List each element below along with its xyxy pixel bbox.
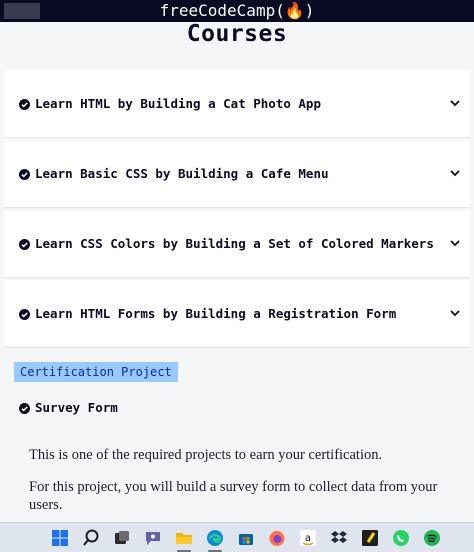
windows-start-icon[interactable] (50, 528, 70, 548)
check-circle-icon (19, 403, 30, 414)
course-row[interactable]: Learn HTML Forms by Building a Registrat… (4, 280, 470, 348)
store-icon[interactable] (236, 528, 256, 548)
top-nav-bar: freeCodeCamp(🔥) (0, 0, 474, 22)
certification-badge: Certification Project (14, 362, 178, 382)
page-title: Courses (186, 21, 288, 47)
edge-icon[interactable] (205, 528, 225, 548)
course-row[interactable]: Learn Basic CSS by Building a Cafe Menu (4, 140, 470, 208)
check-circle-icon (19, 99, 30, 110)
project-description: This is one of the required projects to … (29, 447, 383, 463)
course-row[interactable]: Learn CSS Colors by Building a Set of Co… (4, 210, 470, 278)
certification-project-section: Certification Project Survey Form This i… (4, 350, 470, 524)
course-title: Learn CSS Colors by Building a Set of Co… (35, 236, 434, 251)
check-circle-icon (19, 239, 30, 250)
course-title: Learn Basic CSS by Building a Cafe Menu (35, 166, 329, 181)
spotify-icon[interactable] (422, 528, 442, 548)
brand-logo[interactable]: freeCodeCamp(🔥) (0, 1, 474, 21)
teams-chat-icon[interactable] (143, 528, 163, 548)
project-description: For this project, you will build a surve… (29, 479, 438, 513)
firefox-icon[interactable] (267, 528, 287, 548)
chevron-down-icon[interactable] (450, 308, 460, 318)
amazon-icon[interactable]: a (298, 528, 318, 548)
check-circle-icon (19, 309, 30, 320)
chevron-down-icon[interactable] (450, 98, 460, 108)
course-title: Learn HTML Forms by Building a Registrat… (35, 306, 397, 321)
project-title[interactable]: Survey Form (35, 398, 118, 418)
chevron-down-icon[interactable] (450, 168, 460, 178)
course-title: Learn HTML by Building a Cat Photo App (35, 96, 321, 111)
sticky-notes-icon[interactable] (360, 528, 380, 548)
dropbox-icon[interactable] (329, 528, 349, 548)
svg-text:a: a (305, 533, 311, 544)
chevron-down-icon[interactable] (450, 238, 460, 248)
taskbar: a (0, 522, 474, 552)
whatsapp-icon[interactable] (391, 528, 411, 548)
task-view-icon[interactable] (112, 528, 132, 548)
check-circle-icon (19, 169, 30, 180)
file-explorer-icon[interactable] (174, 528, 194, 548)
search-icon[interactable] (81, 528, 101, 548)
course-row[interactable]: Learn HTML by Building a Cat Photo App (4, 70, 470, 138)
